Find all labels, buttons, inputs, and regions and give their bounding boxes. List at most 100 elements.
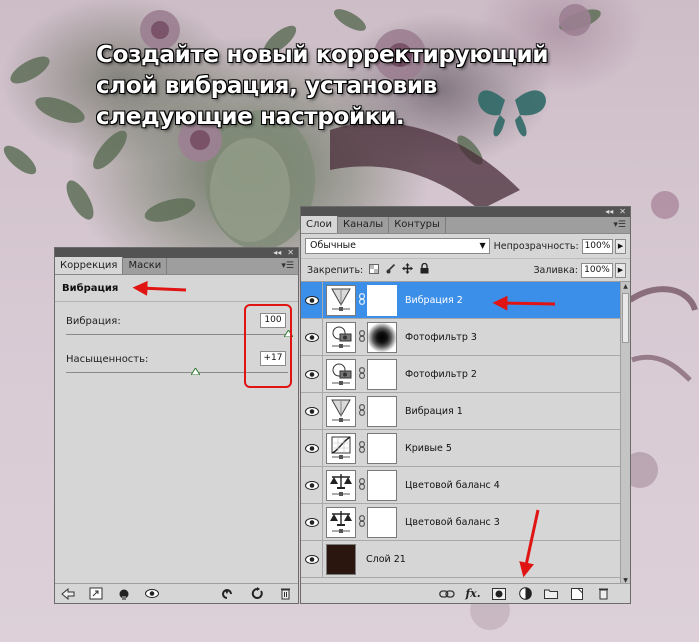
layer-visibility-eye-icon[interactable] [301, 540, 323, 578]
tab-paths[interactable]: Контуры [389, 217, 446, 233]
lock-position-move-icon[interactable] [402, 263, 414, 277]
layer-visibility-eye-icon[interactable] [301, 392, 323, 430]
layer-row[interactable]: Вибрация 1 [301, 392, 620, 430]
lock-all-icon[interactable] [419, 262, 430, 277]
layer-name: Фотофильтр 2 [405, 368, 477, 380]
vibrance-adjustment-icon[interactable] [326, 395, 356, 427]
opacity-slider-button[interactable]: ▶ [615, 238, 626, 254]
close-icon[interactable]: ✕ [287, 248, 294, 258]
layer-name: Цветовой баланс 4 [405, 479, 500, 491]
back-arrow-icon[interactable] [59, 586, 77, 602]
layer-visibility-eye-icon[interactable] [301, 466, 323, 504]
tab-masks[interactable]: Маски [123, 258, 168, 274]
curves-adjustment-icon[interactable] [326, 432, 356, 464]
saturation-slider-thumb[interactable] [191, 368, 201, 375]
delete-layer-icon[interactable] [594, 586, 612, 602]
panel-menu-icon[interactable]: ▾☰ [281, 261, 294, 271]
add-mask-icon[interactable] [490, 586, 508, 602]
layer-mask-thumbnail[interactable] [367, 284, 397, 316]
mask-link-icon[interactable] [356, 440, 367, 456]
lock-row: Закрепить: Заливка: 100% ▶ [301, 259, 630, 282]
lock-icons [368, 262, 430, 277]
new-adjustment-layer-icon[interactable] [516, 586, 534, 602]
layer-row[interactable]: Фотофильтр 2 [301, 355, 620, 393]
layers-bottom-toolbar: fx. [301, 583, 630, 603]
saturation-label: Насыщенность: [66, 354, 149, 365]
collapse-icon[interactable]: ◂◂ [605, 207, 613, 217]
instruction-text: Создайте новый корректирующий слой вибра… [96, 40, 548, 133]
fill-label: Заливка: [533, 264, 578, 276]
color-balance-adjustment-icon[interactable] [326, 506, 356, 538]
correction-bottom-toolbar [55, 583, 298, 603]
panel-title-bar[interactable]: ◂◂ ✕ [301, 207, 630, 217]
mask-link-icon[interactable] [356, 403, 367, 419]
layer-row[interactable]: Слой 21 [301, 540, 620, 578]
tab-channels[interactable]: Каналы [338, 217, 390, 233]
reset-icon[interactable] [248, 586, 266, 602]
panel-menu-icon[interactable]: ▾☰ [613, 220, 626, 230]
layer-mask-thumbnail[interactable] [367, 395, 397, 427]
layer-thumbnail[interactable] [326, 543, 356, 575]
scroll-thumb[interactable] [622, 293, 629, 343]
previous-state-icon[interactable] [220, 586, 238, 602]
layer-name: Вибрация 1 [405, 405, 463, 417]
layer-mask-thumbnail[interactable] [367, 469, 397, 501]
layer-name: Кривые 5 [405, 442, 452, 454]
layer-mask-thumbnail[interactable] [367, 432, 397, 464]
layers-tabs: Слои Каналы Контуры ▾☰ [301, 216, 630, 234]
blend-mode-select[interactable]: Обычные ▼ [305, 238, 490, 254]
visibility-eye-icon[interactable] [143, 586, 161, 602]
vibrance-adjustment-icon[interactable] [326, 284, 356, 316]
color-balance-adjustment-icon[interactable] [326, 469, 356, 501]
opacity-field[interactable]: 100% [581, 238, 614, 254]
layer-row[interactable]: Вибрация 2 [301, 282, 620, 319]
fill-slider-button[interactable]: ▶ [615, 262, 626, 278]
blend-mode-value: Обычные [310, 240, 357, 251]
layer-row[interactable]: Кривые 5 [301, 429, 620, 467]
layer-name: Вибрация 2 [405, 294, 463, 306]
photo-filter-adjustment-icon[interactable] [326, 358, 356, 390]
lock-image-brush-icon[interactable] [385, 263, 396, 277]
fill-field[interactable]: 100% [581, 262, 613, 278]
new-group-icon[interactable] [542, 586, 560, 602]
layer-name: Цветовой баланс 3 [405, 516, 500, 528]
layer-name: Фотофильтр 3 [405, 331, 477, 343]
close-icon[interactable]: ✕ [619, 207, 626, 217]
chevron-down-icon: ▼ [479, 241, 486, 250]
layer-visibility-eye-icon[interactable] [301, 429, 323, 467]
layers-scrollbar[interactable]: ▲ ▼ [620, 282, 630, 585]
layer-visibility-eye-icon[interactable] [301, 355, 323, 393]
layer-visibility-eye-icon[interactable] [301, 503, 323, 541]
layer-mask-thumbnail[interactable] [367, 358, 397, 390]
layer-visibility-eye-icon[interactable] [301, 318, 323, 356]
layer-visibility-eye-icon[interactable] [301, 282, 323, 319]
blend-row: Обычные ▼ Непрозрачность: 100% ▶ [301, 234, 630, 259]
layer-row[interactable]: Цветовой баланс 3 [301, 503, 620, 541]
new-layer-icon[interactable] [568, 586, 586, 602]
trash-icon[interactable] [276, 586, 294, 602]
layer-row[interactable]: Фотофильтр 3 [301, 318, 620, 356]
mask-link-icon[interactable] [356, 514, 367, 530]
annotation-highlight-box [244, 304, 292, 388]
collapse-icon[interactable]: ◂◂ [273, 248, 281, 258]
fx-icon[interactable]: fx. [464, 586, 482, 602]
expand-view-icon[interactable] [87, 586, 105, 602]
mask-link-icon[interactable] [356, 366, 367, 382]
tab-correction[interactable]: Коррекция [55, 257, 124, 274]
scroll-up-icon[interactable]: ▲ [621, 282, 630, 291]
instruction-line-3: следующие настройки. [96, 104, 405, 130]
mask-link-icon[interactable] [356, 329, 367, 345]
layer-name: Слой 21 [366, 553, 406, 565]
correction-tabs: Коррекция Маски ▾☰ [55, 257, 298, 275]
tab-layers[interactable]: Слои [301, 216, 338, 233]
layer-mask-thumbnail[interactable] [367, 506, 397, 538]
mask-link-icon[interactable] [356, 292, 367, 308]
layer-row[interactable]: Цветовой баланс 4 [301, 466, 620, 504]
layer-mask-thumbnail[interactable] [367, 321, 397, 353]
photo-filter-adjustment-icon[interactable] [326, 321, 356, 353]
clip-layer-icon[interactable] [115, 586, 133, 602]
lock-transparency-icon[interactable] [368, 263, 379, 277]
link-layers-icon[interactable] [438, 586, 456, 602]
mask-link-icon[interactable] [356, 477, 367, 493]
adjustment-title: Вибрация [62, 283, 119, 294]
